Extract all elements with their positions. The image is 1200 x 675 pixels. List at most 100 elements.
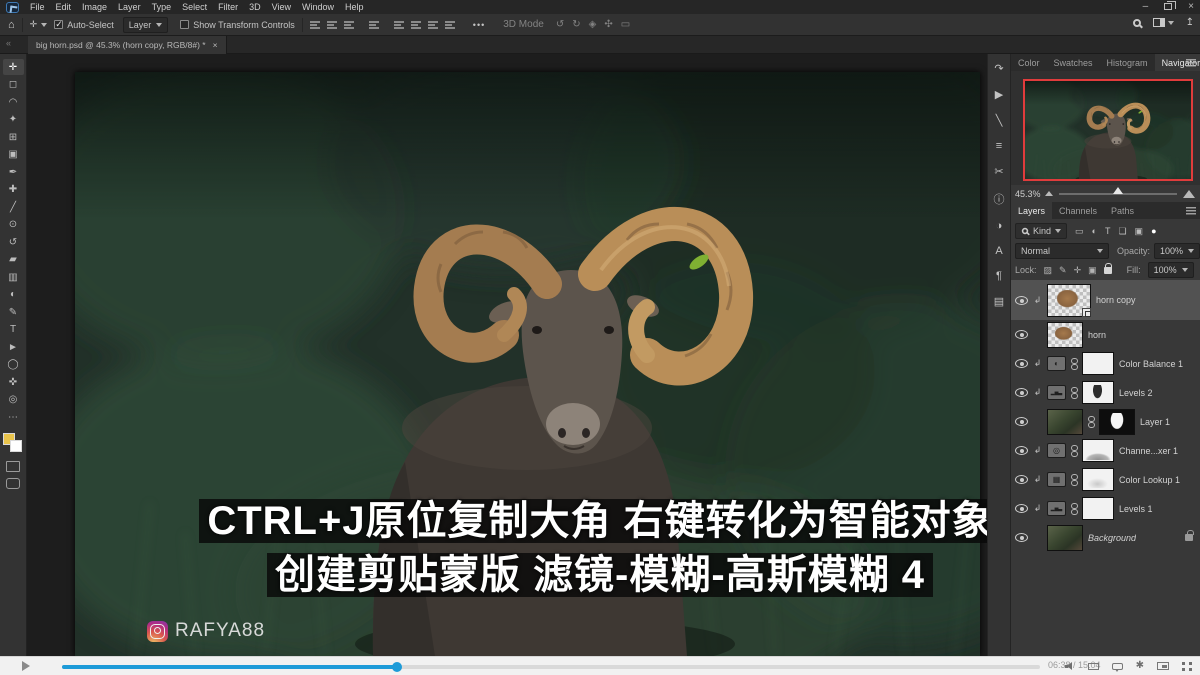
- tool-lasso[interactable]: ◠: [3, 94, 24, 110]
- layer-mask-thumbnail[interactable]: [1082, 468, 1114, 491]
- tool-clone-stamp[interactable]: ⊙: [3, 217, 24, 233]
- menu-window[interactable]: Window: [302, 2, 334, 12]
- tool-shape[interactable]: ◯: [3, 357, 24, 373]
- menu-layer[interactable]: Layer: [118, 2, 141, 12]
- layer-name[interactable]: Layer 1: [1140, 417, 1170, 427]
- actions-panel-icon[interactable]: ▶: [995, 88, 1003, 101]
- align-left-icon[interactable]: [310, 20, 322, 30]
- visibility-eye-icon[interactable]: [1015, 330, 1028, 339]
- layer-thumbnail[interactable]: [1047, 284, 1091, 317]
- filter-toggle-icon[interactable]: ●: [1151, 226, 1156, 236]
- layer-row-background[interactable]: ↲ Background: [1011, 523, 1200, 552]
- filter-adjustment-layers-icon[interactable]: ◐: [1092, 226, 1097, 236]
- lock-transparency-icon[interactable]: ▨: [1044, 265, 1053, 276]
- levels-icon[interactable]: ▂▅▃: [1047, 501, 1066, 516]
- history-panel-icon[interactable]: ↷: [994, 62, 1003, 75]
- layer-name[interactable]: Color Balance 1: [1119, 359, 1183, 369]
- filter-shape-layers-icon[interactable]: ❏: [1118, 226, 1126, 237]
- document-tab[interactable]: big horn.psd @ 45.3% (horn copy, RGB/8#)…: [28, 36, 227, 54]
- tool-crop[interactable]: ⊞: [3, 129, 24, 145]
- tool-gradient[interactable]: ▥: [3, 269, 24, 285]
- layer-mask-thumbnail[interactable]: [1099, 409, 1135, 435]
- visibility-eye-icon[interactable]: [1015, 504, 1028, 513]
- layer-name[interactable]: Channe...xer 1: [1119, 446, 1178, 456]
- auto-select-checkbox[interactable]: [54, 20, 63, 29]
- tab-overflow-icon[interactable]: «: [6, 38, 11, 48]
- layer-row-levels-1[interactable]: ↲ ▂▅▃ Levels 1: [1011, 494, 1200, 523]
- home-icon[interactable]: ⌂: [8, 19, 15, 31]
- 3d-scale-icon[interactable]: ▭: [621, 19, 630, 30]
- quick-mask-button[interactable]: [6, 461, 20, 472]
- search-icon[interactable]: [1133, 19, 1141, 27]
- menu-filter[interactable]: Filter: [218, 2, 238, 12]
- tab-swatches[interactable]: Swatches: [1047, 54, 1100, 71]
- tool-magic-wand[interactable]: ✦: [3, 112, 24, 128]
- visibility-eye-icon[interactable]: [1015, 388, 1028, 397]
- opacity-dropdown[interactable]: 100%: [1154, 243, 1200, 259]
- layer-name[interactable]: Levels 2: [1119, 388, 1153, 398]
- align-top-icon[interactable]: [394, 20, 406, 30]
- distribute-v-icon[interactable]: [445, 20, 457, 30]
- filter-type-layers-icon[interactable]: T: [1105, 226, 1111, 236]
- lock-pixels-icon[interactable]: ✎: [1059, 265, 1067, 276]
- properties-panel-icon[interactable]: ✂: [994, 165, 1003, 178]
- tool-pen[interactable]: ✎: [3, 304, 24, 320]
- layer-mask-thumbnail[interactable]: [1082, 381, 1114, 404]
- zoom-slider-thumb[interactable]: [1113, 187, 1123, 194]
- brush-settings-panel-icon[interactable]: ╲: [996, 114, 1003, 127]
- tool-type[interactable]: T: [3, 322, 24, 338]
- visibility-eye-icon[interactable]: [1015, 359, 1028, 368]
- 3d-slide-icon[interactable]: ✣: [604, 19, 612, 30]
- blend-mode-dropdown[interactable]: Normal: [1015, 243, 1109, 259]
- theater-mode-icon[interactable]: [1088, 663, 1099, 670]
- align-right-icon[interactable]: [344, 20, 356, 30]
- align-center-h-icon[interactable]: [327, 20, 339, 30]
- minimize-button[interactable]: –: [1143, 1, 1149, 12]
- lock-artboard-icon[interactable]: ▣: [1088, 265, 1097, 276]
- menu-edit[interactable]: Edit: [56, 2, 72, 12]
- tab-histogram[interactable]: Histogram: [1100, 54, 1155, 71]
- color-balance-icon[interactable]: ◐: [1047, 356, 1066, 371]
- visibility-eye-icon[interactable]: [1015, 296, 1028, 305]
- paragraph-panel-icon[interactable]: ¶: [996, 270, 1002, 282]
- background-color-swatch[interactable]: [10, 440, 22, 452]
- tool-brush[interactable]: ╱: [3, 199, 24, 215]
- navigator-view-box[interactable]: [1023, 79, 1193, 181]
- menu-file[interactable]: File: [30, 2, 45, 12]
- layer-thumbnail[interactable]: [1047, 322, 1083, 348]
- tool-eyedropper[interactable]: ✒: [3, 164, 24, 180]
- channel-mixer-icon[interactable]: ◎: [1047, 443, 1066, 458]
- layer-name[interactable]: Levels 1: [1119, 504, 1153, 514]
- distribute-icon[interactable]: [369, 20, 381, 30]
- visibility-eye-icon[interactable]: [1015, 475, 1028, 484]
- zoom-slider[interactable]: [1059, 193, 1177, 195]
- visibility-eye-icon[interactable]: [1015, 446, 1028, 455]
- layer-name[interactable]: Background: [1088, 533, 1136, 543]
- move-tool-preset-icon[interactable]: ✛: [30, 19, 38, 30]
- filter-smart-objects-icon[interactable]: ▣: [1135, 226, 1144, 237]
- kind-filter-dropdown[interactable]: Kind: [1015, 223, 1067, 239]
- layer-thumbnail[interactable]: [1047, 409, 1083, 435]
- tab-paths[interactable]: Paths: [1104, 202, 1141, 219]
- color-lookup-icon[interactable]: ▦: [1047, 472, 1066, 487]
- menu-3d[interactable]: 3D: [249, 2, 261, 12]
- maximize-restore-button[interactable]: [1164, 3, 1172, 10]
- photoshop-app-icon[interactable]: [6, 2, 19, 13]
- edit-toolbar-icon[interactable]: ⋯: [3, 409, 24, 425]
- lock-position-icon[interactable]: ✛: [1074, 265, 1082, 276]
- panel-menu-icon[interactable]: [1186, 59, 1196, 67]
- lock-all-icon[interactable]: [1104, 267, 1112, 274]
- layer-row-levels-2[interactable]: ↲ ▂▅▃ Levels 2: [1011, 378, 1200, 407]
- screen-mode-button[interactable]: [6, 478, 20, 489]
- auto-select-target-dropdown[interactable]: Layer: [123, 17, 169, 33]
- video-progress-track[interactable]: [62, 665, 1040, 669]
- menu-help[interactable]: Help: [345, 2, 364, 12]
- adjustments-panel-icon[interactable]: ◑: [996, 220, 1003, 232]
- layer-row-color-lookup-1[interactable]: ↲ ▦ Color Lookup 1: [1011, 465, 1200, 494]
- share-icon[interactable]: ↥: [1186, 17, 1194, 28]
- menu-type[interactable]: Type: [152, 2, 172, 12]
- show-transform-checkbox[interactable]: [180, 20, 189, 29]
- video-progress-thumb[interactable]: [392, 662, 402, 672]
- captions-icon[interactable]: [1112, 663, 1123, 670]
- tool-path-select[interactable]: ►: [3, 339, 24, 355]
